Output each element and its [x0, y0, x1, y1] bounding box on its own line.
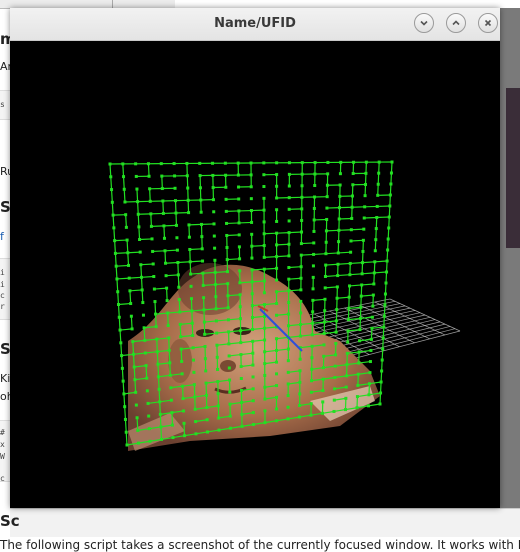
- bg-code-fragment: r: [0, 302, 5, 311]
- bg-code-fragment: i: [0, 268, 5, 277]
- 3d-scene[interactable]: [10, 41, 500, 508]
- app-window[interactable]: Name/UFID: [10, 8, 500, 508]
- minimize-button[interactable]: [414, 13, 434, 33]
- background-strip: [10, 508, 520, 537]
- background-toolbar-button[interactable]: [112, 0, 127, 8]
- background-3d-window-edge: [500, 8, 520, 508]
- bg-code-fragment: s: [0, 100, 5, 109]
- bg-code-fragment: x: [0, 440, 5, 449]
- bg-code-fragment: #: [0, 428, 5, 437]
- chevron-down-icon: [419, 18, 429, 28]
- background-3d-object: [506, 88, 520, 248]
- close-icon: [483, 18, 493, 28]
- maximize-button[interactable]: [446, 13, 466, 33]
- window-titlebar[interactable]: Name/UFID: [10, 8, 500, 41]
- chevron-up-icon: [451, 18, 461, 28]
- bg-heading-fragment: Sc: [0, 512, 20, 530]
- 3d-viewport[interactable]: [10, 41, 500, 508]
- bg-code-fragment: W: [0, 452, 5, 461]
- close-button[interactable]: [478, 13, 498, 33]
- bg-link-fragment[interactable]: f: [0, 230, 4, 243]
- bg-code-fragment: c: [0, 291, 5, 300]
- bg-code-fragment: c: [0, 474, 5, 483]
- bg-code-fragment: i: [0, 280, 5, 289]
